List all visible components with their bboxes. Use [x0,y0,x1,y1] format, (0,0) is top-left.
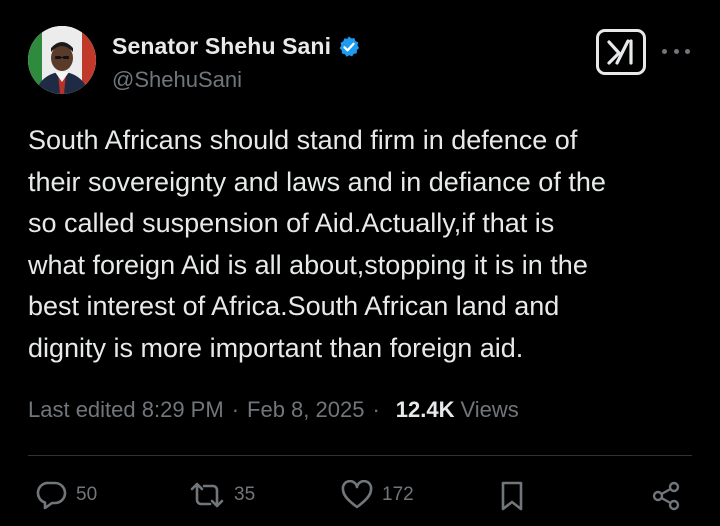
repost-icon [190,482,224,508]
tweet-date[interactable]: Feb 8, 2025 [247,397,364,423]
share-icon [652,481,680,511]
bookmark-icon [501,481,523,511]
more-dot [685,48,690,54]
heart-icon [341,480,373,509]
divider [28,455,692,456]
tweet-meta: Last edited 8:29 PM · Feb 8, 2025 · 12.4… [28,397,519,423]
reply-icon [36,481,67,510]
share-button[interactable] [650,480,682,512]
reply-count: 50 [76,484,98,505]
bookmark-button[interactable] [498,480,526,512]
edited-timestamp[interactable]: Last edited 8:29 PM [28,397,224,423]
reply-button[interactable]: 50 [36,480,97,510]
repost-button[interactable]: 35 [188,480,255,510]
like-count: 172 [382,484,414,505]
avatar[interactable] [28,26,96,94]
views-label: Views [460,397,519,422]
meta-separator: · [372,397,380,422]
tweet-text: South Africans should stand firm in defe… [28,125,606,363]
like-button[interactable]: 172 [340,480,414,510]
author-display-name[interactable]: Senator Shehu Sani [112,33,331,60]
repost-count: 35 [234,484,256,505]
grok-icon [607,39,633,65]
views-count: 12.4K [395,397,455,422]
more-dot [673,48,679,54]
more-options-icon[interactable] [662,40,690,62]
meta-separator: · [231,397,240,422]
verified-badge-icon[interactable] [337,35,361,59]
grok-button[interactable] [596,29,646,75]
author-name-row: Senator Shehu Sani [112,33,361,60]
more-dot [662,48,667,54]
author-handle[interactable]: @ShehuSani [112,67,242,93]
avatar-image [28,26,96,94]
